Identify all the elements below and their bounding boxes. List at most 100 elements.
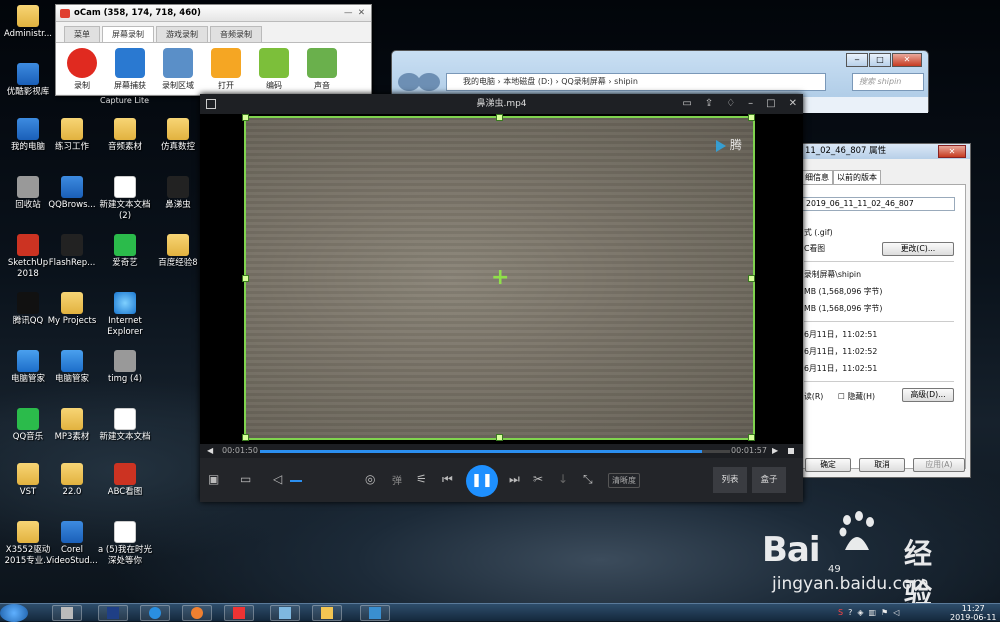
seek-bar[interactable]: ◀ 00:01:50 00:01:57 ▶ xyxy=(200,444,803,458)
pause-button[interactable]: ❚❚ xyxy=(466,465,498,497)
close-icon[interactable]: — ✕ xyxy=(344,5,365,22)
prev-icon[interactable]: ⏮ xyxy=(442,472,453,487)
tab-menu[interactable]: 菜单 xyxy=(64,26,100,42)
properties-dialog[interactable]: 11_02_46_807 属性 ✕ 细信息 以前的版本 2019_06_11_1… xyxy=(800,143,971,478)
menu-icon[interactable] xyxy=(206,99,216,109)
ocam-tool-button[interactable]: 声音 xyxy=(302,46,342,91)
resize-handle-br[interactable] xyxy=(748,434,755,441)
stop-icon[interactable] xyxy=(788,448,794,454)
desktop-icon[interactable]: ABC看图 xyxy=(97,463,153,498)
resize-handle-tl[interactable] xyxy=(242,114,249,121)
ocam-tool-button[interactable]: 编码 xyxy=(254,46,294,91)
next-frame-icon[interactable]: ▶ xyxy=(772,444,778,458)
desktop-icon[interactable]: 优酷影视库 xyxy=(0,63,56,98)
desktop-icon[interactable]: 22.0 xyxy=(44,463,100,498)
address-bar[interactable]: 我的电脑 › 本地磁盘 (D:) › QQ录制屏幕 › shipin xyxy=(446,73,826,91)
forward-button[interactable] xyxy=(418,73,440,91)
desktop-icon[interactable]: 音频素材 xyxy=(97,118,153,153)
list-button[interactable]: 列表 xyxy=(713,467,747,493)
resize-handle-r[interactable] xyxy=(748,275,755,282)
network-icon[interactable]: ▥ xyxy=(868,608,876,617)
desktop-icon[interactable]: 鼻涕虫 xyxy=(150,176,206,211)
ok-button[interactable]: 确定 xyxy=(805,458,851,472)
desktop-icon[interactable]: 新建文本文档 xyxy=(97,408,153,443)
desktop-icon[interactable]: MP3素材 xyxy=(44,408,100,443)
flag-icon[interactable]: ⚑ xyxy=(881,608,888,617)
task-app-2[interactable] xyxy=(360,605,390,621)
resize-handle-b[interactable] xyxy=(496,434,503,441)
video-player-window[interactable]: 鼻涕虫.mp4 ▭ ⇪ ♢ – □ ✕ 腾 + ◀ 00:01:50 00:01… xyxy=(200,94,803,502)
cut-icon[interactable]: ✂ xyxy=(533,472,543,486)
hidden-checkbox[interactable]: ☐ 隐藏(H) xyxy=(838,391,875,402)
volume-icon[interactable]: ◁ xyxy=(273,472,282,486)
prev-frame-icon[interactable]: ◀ xyxy=(207,444,213,458)
desktop-icon[interactable]: a (5)我在时光深处等你 xyxy=(97,521,153,567)
task-qqbrowser[interactable] xyxy=(140,605,170,621)
minimize-button[interactable]: ‒ xyxy=(846,53,868,67)
desktop-icon[interactable]: My Projects xyxy=(44,292,100,327)
download-icon[interactable]: ↓ xyxy=(558,472,568,486)
shield-tray-icon[interactable]: ◈ xyxy=(857,608,863,617)
capture-region[interactable]: 腾 + xyxy=(242,114,755,441)
maximize-button[interactable]: □ xyxy=(869,53,891,67)
change-button[interactable]: 更改(C)... xyxy=(882,242,954,256)
desktop-icon[interactable]: 新建文本文档 (2) xyxy=(97,176,153,222)
toolbox-icon[interactable]: ▣ xyxy=(208,472,219,486)
advanced-button[interactable]: 高级(D)... xyxy=(902,388,954,402)
start-button[interactable] xyxy=(0,604,28,622)
clock[interactable]: 11:27 2019-06-11 xyxy=(950,604,997,622)
tab-screen-record[interactable]: 屏幕录制 xyxy=(102,26,154,42)
ocam-window[interactable]: oCam (358, 174, 718, 460) — ✕ 菜单 屏幕录制 游戏… xyxy=(55,4,372,96)
ocam-tool-button[interactable]: 录制区域 xyxy=(158,46,198,91)
sogou-icon[interactable]: S xyxy=(838,608,843,617)
share-icon[interactable]: ⇪ xyxy=(705,94,713,114)
resize-handle-t[interactable] xyxy=(496,114,503,121)
resize-handle-bl[interactable] xyxy=(242,434,249,441)
ocam-tool-button[interactable]: 录制 xyxy=(62,46,102,91)
volume-slider[interactable] xyxy=(290,480,302,482)
task-app[interactable] xyxy=(270,605,300,621)
tab-details[interactable]: 细信息 xyxy=(801,170,833,185)
box-button[interactable]: 盒子 xyxy=(752,467,786,493)
clarity-button[interactable]: 清晰度 xyxy=(608,473,640,488)
task-calculator[interactable] xyxy=(52,605,82,621)
next-icon[interactable]: ⏭ xyxy=(509,472,520,487)
skin-icon[interactable]: ♢ xyxy=(726,94,735,114)
apply-button[interactable]: 应用(A) xyxy=(913,458,965,472)
task-ocam[interactable] xyxy=(224,605,254,621)
close-button[interactable]: ✕ xyxy=(892,53,922,67)
ocam-tool-button[interactable]: 屏幕捕获 xyxy=(110,46,150,91)
desktop-icon[interactable]: 电脑管家 xyxy=(44,350,100,385)
open-folder-icon[interactable]: ▭ xyxy=(240,472,251,486)
maximize-icon[interactable]: □ xyxy=(766,94,775,114)
desktop-icon[interactable]: 仿真数控 xyxy=(150,118,206,153)
desktop-icon[interactable]: 爱奇艺 xyxy=(97,234,153,269)
desktop-icon[interactable]: 练习工作 xyxy=(44,118,100,153)
danmu-button[interactable]: 弹 xyxy=(392,472,402,487)
search-input[interactable]: 搜索 shipin xyxy=(852,73,924,91)
tab-game-record[interactable]: 游戏录制 xyxy=(156,26,208,42)
desktop-icon[interactable]: QQBrows... xyxy=(44,176,100,211)
close-button[interactable]: ✕ xyxy=(938,145,966,158)
cancel-button[interactable]: 取消 xyxy=(859,458,905,472)
help-icon[interactable]: ? xyxy=(848,608,852,617)
desktop-icon[interactable]: Administr... xyxy=(0,5,56,40)
pip-icon[interactable]: ▭ xyxy=(682,94,691,114)
desktop-icon[interactable]: Internet Explorer xyxy=(97,292,153,338)
desktop-icon[interactable]: timg (4) xyxy=(97,350,153,385)
settings-icon[interactable]: ⚟ xyxy=(416,472,427,486)
tab-previous-versions[interactable]: 以前的版本 xyxy=(833,170,881,185)
3d-icon[interactable]: ◎ xyxy=(365,472,375,486)
minimize-icon[interactable]: – xyxy=(748,94,753,114)
back-button[interactable] xyxy=(398,73,420,91)
readonly-checkbox[interactable]: 读(R) xyxy=(804,391,823,402)
desktop-icon[interactable]: 百度经验8 xyxy=(150,234,206,269)
tab-audio-record[interactable]: 音频录制 xyxy=(210,26,262,42)
task-explorer[interactable] xyxy=(312,605,342,621)
resize-handle-tr[interactable] xyxy=(748,114,755,121)
resize-handle-l[interactable] xyxy=(242,275,249,282)
ocam-tool-button[interactable]: 打开 xyxy=(206,46,246,91)
fullscreen-icon[interactable]: ⤡ xyxy=(583,472,593,487)
filename-field[interactable]: 2019_06_11_11_02_46_807 xyxy=(802,197,955,211)
task-player[interactable] xyxy=(182,605,212,621)
